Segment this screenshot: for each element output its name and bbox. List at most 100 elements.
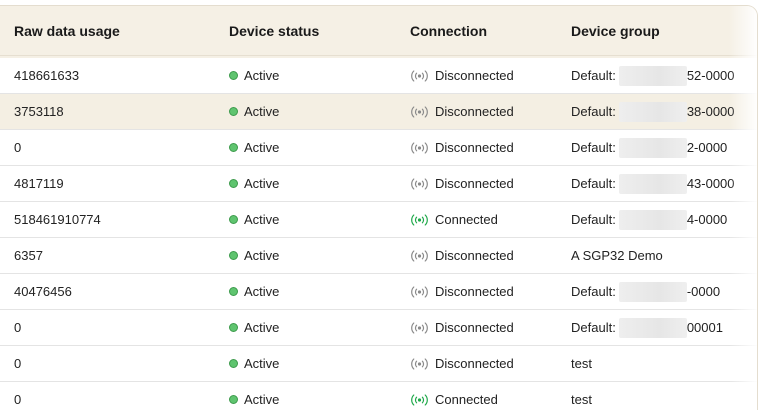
connection-label: Disconnected	[435, 176, 514, 191]
column-header-raw-data-usage[interactable]: Raw data usage	[0, 23, 229, 39]
redacted-group-id	[618, 101, 687, 122]
table-row[interactable]: 4817119 Active Disconnected Default: 43-…	[0, 166, 757, 202]
device-status-label: Active	[244, 176, 280, 191]
status-dot-icon	[229, 215, 238, 224]
raw-data-usage-cell: 3753118	[14, 104, 64, 119]
device-group-cell: A SGP32 Demo	[571, 248, 757, 263]
device-group-cell: Default: -0000	[571, 281, 757, 302]
connection-cell: Connected	[410, 392, 571, 407]
table-row[interactable]: 3753118 Active Disconnected Default: 38-…	[0, 94, 757, 130]
table-row[interactable]: 0 Active Disconnected test	[0, 346, 757, 382]
device-group-cell: Default: 00001	[571, 317, 757, 338]
connection-label: Connected	[435, 212, 498, 227]
wireless-signal-icon	[411, 105, 428, 118]
device-status-cell: Active	[229, 356, 410, 371]
raw-data-usage-cell: 0	[14, 320, 22, 335]
column-header-device-status[interactable]: Device status	[229, 23, 410, 39]
connection-cell: Disconnected	[410, 356, 571, 371]
connection-label: Disconnected	[435, 356, 514, 371]
device-status-label: Active	[244, 392, 280, 407]
status-dot-icon	[229, 323, 238, 332]
wireless-signal-icon	[411, 249, 428, 262]
wireless-signal-icon	[411, 213, 428, 226]
connection-cell: Connected	[410, 212, 571, 227]
connection-label: Disconnected	[435, 284, 514, 299]
raw-data-usage-cell: 4817119	[14, 176, 64, 191]
device-status-label: Active	[244, 320, 280, 335]
device-status-cell: Active	[229, 176, 410, 191]
device-status-label: Active	[244, 248, 280, 263]
raw-data-usage-cell: 518461910774	[14, 212, 101, 227]
device-group-label: Default:	[571, 284, 616, 299]
status-dot-icon	[229, 107, 238, 116]
connection-label: Disconnected	[435, 320, 514, 335]
redacted-group-id	[618, 281, 687, 302]
connection-label: Disconnected	[435, 68, 514, 83]
connection-cell: Disconnected	[410, 176, 571, 191]
device-group-cell: Default: 38-0000	[571, 101, 757, 122]
connection-cell: Disconnected	[410, 248, 571, 263]
connection-label: Connected	[435, 392, 498, 407]
table-row[interactable]: 40476456 Active Disconnected Default: -0…	[0, 274, 757, 310]
status-dot-icon	[229, 251, 238, 260]
wireless-signal-icon	[411, 393, 428, 406]
wireless-signal-icon	[411, 69, 428, 82]
device-status-cell: Active	[229, 104, 410, 119]
device-status-cell: Active	[229, 248, 410, 263]
device-status-cell: Active	[229, 68, 410, 83]
device-group-suffix: 2-0000	[686, 140, 728, 155]
raw-data-usage-cell: 0	[14, 356, 22, 371]
device-group-cell: Default: 4-0000	[571, 209, 757, 230]
device-status-cell: Active	[229, 320, 410, 335]
column-header-device-group[interactable]: Device group	[571, 23, 757, 39]
connection-label: Disconnected	[435, 248, 514, 263]
device-status-cell: Active	[229, 284, 410, 299]
table-row[interactable]: 6357 Active Disconnected A SGP32 Demo	[0, 238, 757, 274]
device-status-label: Active	[244, 212, 280, 227]
device-group-suffix: 38-0000	[686, 104, 735, 119]
wireless-signal-icon	[411, 141, 428, 154]
device-group-label: Default:	[571, 104, 616, 119]
table-row[interactable]: 0 Active Disconnected Default: 00001	[0, 310, 757, 346]
status-dot-icon	[229, 143, 238, 152]
status-dot-icon	[229, 287, 238, 296]
raw-data-usage-cell: 0	[14, 140, 22, 155]
device-group-label: Default:	[571, 176, 616, 191]
connection-cell: Disconnected	[410, 320, 571, 335]
device-group-cell: Default: 2-0000	[571, 137, 757, 158]
connection-label: Disconnected	[435, 140, 514, 155]
table-row[interactable]: 418661633 Active Disconnected Default: 5…	[0, 58, 757, 94]
device-group-cell: test	[571, 392, 757, 407]
device-group-label: Default:	[571, 212, 616, 227]
device-group-cell: Default: 52-0000	[571, 65, 757, 86]
table-row[interactable]: 0 Active Connected test	[0, 382, 757, 410]
wireless-signal-icon	[411, 321, 428, 334]
device-group-label: A SGP32 Demo	[571, 248, 663, 263]
status-dot-icon	[229, 179, 238, 188]
wireless-signal-icon	[411, 285, 428, 298]
table-row[interactable]: 0 Active Disconnected Default: 2-0000	[0, 130, 757, 166]
device-group-cell: Default: 43-0000	[571, 173, 757, 194]
raw-data-usage-cell: 418661633	[14, 68, 80, 83]
connection-cell: Disconnected	[410, 284, 571, 299]
device-group-label: test	[571, 356, 592, 371]
redacted-group-id	[618, 137, 687, 158]
device-group-suffix: 4-0000	[686, 212, 728, 227]
raw-data-usage-cell: 0	[14, 392, 22, 407]
device-group-suffix: -0000	[686, 284, 721, 299]
device-status-cell: Active	[229, 212, 410, 227]
connection-cell: Disconnected	[410, 104, 571, 119]
device-group-label: Default:	[571, 140, 616, 155]
redacted-group-id	[618, 317, 687, 338]
device-group-suffix: 00001	[686, 320, 723, 335]
connection-label: Disconnected	[435, 104, 514, 119]
device-group-suffix: 43-0000	[686, 176, 735, 191]
table-header: Raw data usage Device status Connection …	[0, 6, 757, 56]
device-status-cell: Active	[229, 392, 410, 407]
device-group-label: Default:	[571, 68, 616, 83]
device-status-label: Active	[244, 68, 280, 83]
connection-cell: Disconnected	[410, 68, 571, 83]
table-row[interactable]: 518461910774 Active Connected Default: 4…	[0, 202, 757, 238]
column-header-connection[interactable]: Connection	[410, 23, 571, 39]
device-status-label: Active	[244, 104, 280, 119]
